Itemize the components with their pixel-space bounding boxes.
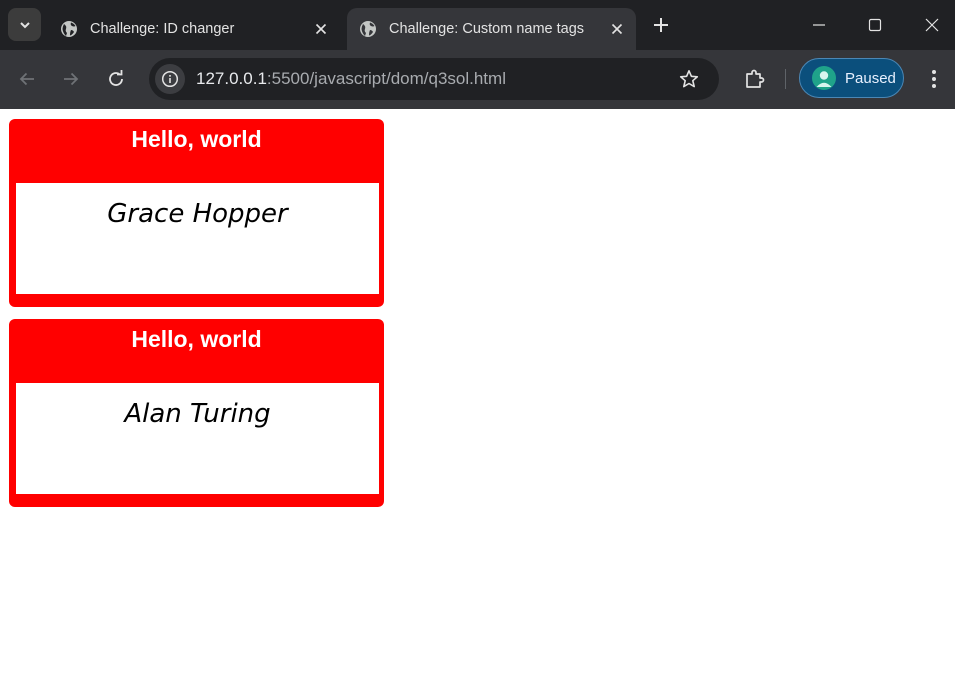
tab-strip: Challenge: ID changer Challenge: Custom … (0, 0, 955, 50)
reload-button[interactable] (101, 64, 131, 94)
extensions-button[interactable] (740, 64, 770, 94)
back-arrow-icon (19, 72, 34, 86)
globe-icon (360, 21, 376, 37)
more-vert-icon (932, 70, 936, 88)
maximize-icon (868, 18, 882, 32)
name-tag-name-box: Alan Turing (16, 383, 379, 494)
address-bar[interactable]: 127.0.0.1:5500/javascript/dom/q3sol.html (149, 58, 719, 100)
tab-id-changer[interactable]: Challenge: ID changer (48, 8, 340, 50)
info-icon (161, 70, 179, 88)
star-icon (679, 70, 699, 88)
profile-status-label: Paused (845, 69, 896, 87)
close-window-button[interactable] (909, 8, 955, 42)
puzzle-icon (746, 69, 765, 88)
minimize-button[interactable] (796, 8, 842, 42)
chevron-down-icon (19, 21, 30, 28)
name-tag-name-box: Grace Hopper (16, 183, 379, 294)
url-path: :5500/javascript/dom/q3sol.html (266, 69, 506, 88)
name-tag-name: Alan Turing (124, 399, 271, 429)
close-icon (925, 18, 939, 32)
back-button[interactable] (12, 64, 42, 94)
name-tag: Hello, world Grace Hopper (9, 119, 384, 307)
globe-icon (61, 21, 77, 37)
browser-menu-button[interactable] (921, 64, 947, 94)
profile-button[interactable]: Paused (799, 58, 904, 98)
minimize-icon (813, 24, 825, 26)
tab-custom-name-tags[interactable]: Challenge: Custom name tags (347, 8, 636, 50)
person-icon (816, 71, 832, 87)
avatar (812, 66, 836, 90)
close-tab-icon[interactable] (606, 18, 628, 40)
url-text[interactable]: 127.0.0.1:5500/javascript/dom/q3sol.html (196, 58, 506, 100)
maximize-button[interactable] (852, 8, 898, 42)
name-tag-name: Grace Hopper (107, 199, 288, 229)
name-tag: Hello, world Alan Turing (9, 319, 384, 507)
close-tab-icon[interactable] (310, 18, 332, 40)
reload-icon (109, 70, 123, 86)
browser-toolbar: 127.0.0.1:5500/javascript/dom/q3sol.html… (0, 50, 955, 109)
forward-button[interactable] (56, 64, 86, 94)
tab-title: Challenge: Custom name tags (389, 21, 585, 37)
name-tag-greeting: Hello, world (131, 326, 262, 352)
site-info-button[interactable] (155, 64, 185, 94)
forward-arrow-icon (64, 72, 79, 86)
plus-icon (654, 18, 668, 32)
url-host: 127.0.0.1 (196, 69, 267, 88)
new-tab-button[interactable] (648, 12, 674, 38)
toolbar-divider (785, 69, 786, 89)
name-tag-greeting: Hello, world (131, 126, 262, 152)
bookmark-star-button[interactable] (677, 67, 701, 91)
tab-title: Challenge: ID changer (90, 21, 235, 37)
tab-search-button[interactable] (8, 8, 41, 41)
